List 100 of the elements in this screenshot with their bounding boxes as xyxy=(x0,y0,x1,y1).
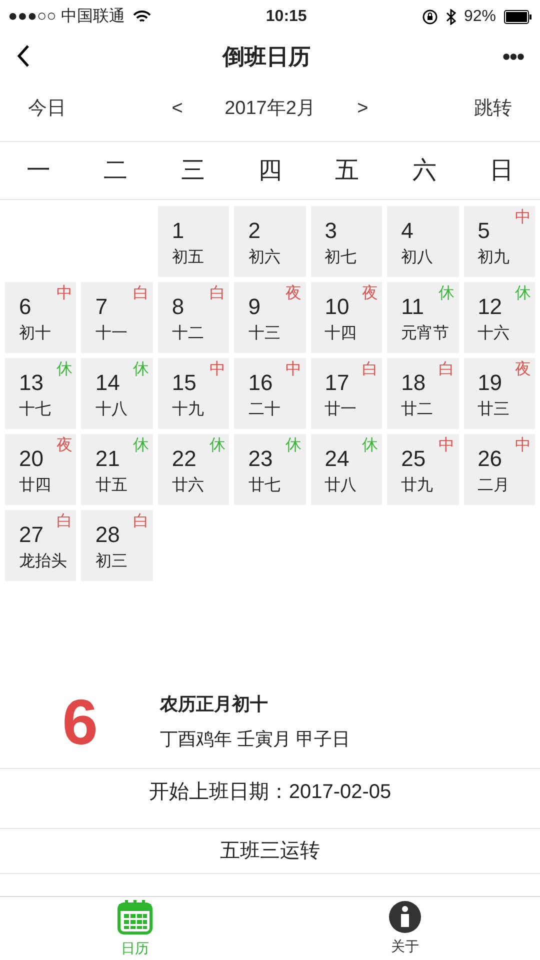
lunar-date: 廿六 xyxy=(172,476,204,496)
day-cell[interactable]: 22 休 廿六 xyxy=(158,434,230,505)
day-cell[interactable]: 21 休 廿五 xyxy=(81,434,153,505)
lunar-date: 二月 xyxy=(478,476,510,496)
day-number: 18 xyxy=(401,369,426,397)
day-cell[interactable]: 2 初六 xyxy=(234,206,306,277)
back-icon[interactable] xyxy=(16,44,30,68)
lunar-date: 二十 xyxy=(248,400,280,420)
day-cell[interactable]: 11 休 元宵节 xyxy=(387,282,459,353)
prev-month-button[interactable]: < xyxy=(172,95,183,124)
day-number: 7 xyxy=(95,293,108,321)
day-number: 16 xyxy=(248,369,273,397)
shift-tag: 休 xyxy=(438,284,455,304)
jump-button[interactable]: 跳转 xyxy=(474,95,512,124)
day-number: 27 xyxy=(19,521,44,549)
day-number: 22 xyxy=(172,445,196,473)
day-cell[interactable]: 28 白 初三 xyxy=(81,510,153,581)
day-cell[interactable]: 14 休 十八 xyxy=(81,358,153,429)
day-number: 13 xyxy=(19,369,44,397)
shift-tag: 夜 xyxy=(56,436,72,456)
shift-tag: 白 xyxy=(362,360,378,380)
day-cell[interactable]: 18 白 廿二 xyxy=(387,358,459,429)
day-number: 25 xyxy=(401,445,426,473)
weekday-label: 二 xyxy=(102,156,129,186)
day-cell[interactable]: 17 白 廿一 xyxy=(310,358,382,429)
day-number: 19 xyxy=(478,369,502,397)
lunar-date: 十三 xyxy=(248,324,280,344)
day-cell[interactable]: 3 初七 xyxy=(310,206,382,277)
shift-tag: 白 xyxy=(438,360,455,380)
more-button[interactable]: ••• xyxy=(502,40,524,72)
day-cell[interactable]: 4 初八 xyxy=(387,206,459,277)
lunar-date: 十四 xyxy=(324,324,357,344)
day-number: 8 xyxy=(172,293,184,321)
day-cell[interactable]: 24 休 廿八 xyxy=(310,434,382,505)
day-cell[interactable]: 15 中 十九 xyxy=(158,358,230,429)
shift-tag: 白 xyxy=(132,512,149,532)
shift-tag: 中 xyxy=(286,360,302,380)
lunar-date: 龙抬头 xyxy=(19,552,67,572)
today-button[interactable]: 今日 xyxy=(28,95,66,124)
day-cell[interactable]: 25 中 廿九 xyxy=(387,434,459,505)
lunar-date: 十九 xyxy=(172,400,204,420)
lunar-date: 廿四 xyxy=(19,476,51,496)
lunar-date: 廿八 xyxy=(324,476,357,496)
carrier: ●●●○○ 中国联通 xyxy=(8,6,125,27)
day-cell[interactable]: 19 夜 廿三 xyxy=(464,358,535,429)
shift-tag: 夜 xyxy=(362,284,378,304)
lunar-date: 十六 xyxy=(478,324,510,344)
wifi-icon xyxy=(132,10,151,24)
weekday-label: 四 xyxy=(256,156,283,186)
day-cell[interactable]: 9 夜 十三 xyxy=(234,282,306,353)
day-cell[interactable]: 13 休 十七 xyxy=(5,358,76,429)
shift-tag: 休 xyxy=(209,436,226,456)
lunar-full-date: 农历正月初十 xyxy=(160,693,268,716)
day-cell[interactable]: 8 白 十二 xyxy=(158,282,230,353)
tab-item[interactable]: 关于 xyxy=(270,897,540,960)
day-cell[interactable]: 5 中 初九 xyxy=(464,206,535,277)
day-cell[interactable]: 10 夜 十四 xyxy=(310,282,382,353)
day-number: 26 xyxy=(478,445,502,473)
lunar-date: 初七 xyxy=(324,248,357,268)
day-number: 2 xyxy=(248,217,261,245)
lunar-date: 十一 xyxy=(95,324,128,344)
shift-tag: 休 xyxy=(56,360,72,380)
lunar-date: 廿三 xyxy=(478,400,510,420)
day-cell[interactable]: 23 休 廿七 xyxy=(234,434,306,505)
shift-tag: 中 xyxy=(515,436,531,456)
shift-tag: 夜 xyxy=(286,284,302,304)
day-number: 15 xyxy=(172,369,196,397)
battery-icon xyxy=(504,10,532,24)
shift-tag: 白 xyxy=(56,512,72,532)
day-cell[interactable]: 12 休 十六 xyxy=(464,282,535,353)
day-number: 10 xyxy=(324,293,350,321)
rotation-label[interactable]: 五班三运转 xyxy=(220,836,320,866)
day-cell[interactable]: 26 中 二月 xyxy=(464,434,535,505)
month-label: 2017年2月 xyxy=(224,97,316,122)
selected-day-number: 6 xyxy=(62,690,98,754)
day-cell[interactable]: 20 夜 廿四 xyxy=(5,434,76,505)
lunar-date: 廿一 xyxy=(324,400,357,420)
weekday-label: 三 xyxy=(180,156,206,186)
day-cell[interactable]: 1 初五 xyxy=(158,206,230,277)
day-cell[interactable]: 16 中 二十 xyxy=(234,358,306,429)
lunar-date: 十二 xyxy=(172,324,204,344)
day-number: 11 xyxy=(401,293,424,321)
lunar-date: 廿二 xyxy=(401,400,434,420)
day-cell[interactable]: 6 中 初十 xyxy=(5,282,76,353)
lunar-date: 廿七 xyxy=(248,476,280,496)
lunar-date: 初五 xyxy=(172,248,204,268)
next-month-button[interactable]: > xyxy=(357,95,368,124)
lunar-date: 廿五 xyxy=(95,476,128,496)
day-cell[interactable]: 7 白 十一 xyxy=(81,282,153,353)
lunar-date: 元宵节 xyxy=(401,324,450,344)
day-number: 4 xyxy=(401,217,414,245)
lunar-date: 十八 xyxy=(95,400,128,420)
day-number: 9 xyxy=(248,293,261,321)
day-cell[interactable]: 27 白 龙抬头 xyxy=(5,510,76,581)
info-icon xyxy=(388,900,422,934)
day-number: 5 xyxy=(478,217,490,245)
lunar-date: 初十 xyxy=(19,324,51,344)
weekday-label: 日 xyxy=(488,156,514,186)
day-number: 14 xyxy=(95,369,120,397)
calendar-icon xyxy=(116,898,154,936)
